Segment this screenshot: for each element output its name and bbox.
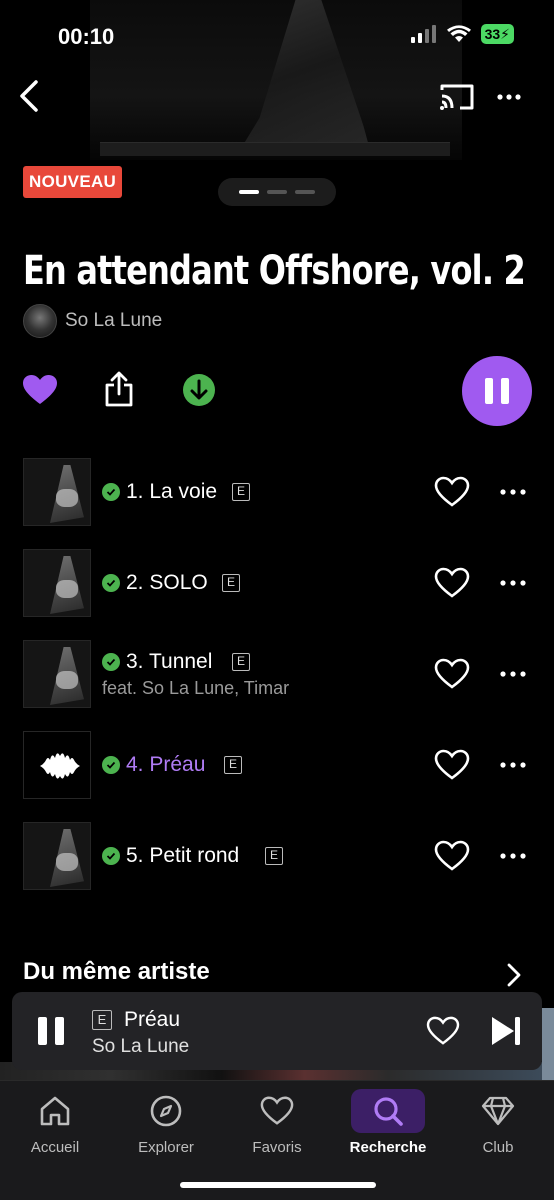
downloaded-check-icon (102, 483, 120, 501)
track-artwork (23, 458, 91, 526)
wifi-icon (446, 25, 471, 42)
downloaded-check-icon (102, 847, 120, 865)
track-title: 4. Préau (126, 753, 206, 776)
page-dot-3 (295, 190, 315, 194)
track-title: 1. La voie (126, 480, 218, 503)
album-actions (0, 356, 554, 426)
track-more-icon[interactable] (498, 755, 528, 775)
downloaded-icon[interactable] (182, 373, 216, 407)
cast-icon[interactable] (438, 82, 476, 112)
mini-track-title: Préau (124, 1008, 181, 1031)
tab-label: Accueil (30, 1139, 80, 1156)
track-more-icon[interactable] (498, 573, 528, 593)
more-options-icon[interactable] (494, 86, 524, 108)
back-chevron-icon[interactable] (14, 78, 44, 114)
like-heart-icon[interactable] (22, 374, 58, 406)
tab-label: Explorer (138, 1139, 194, 1156)
charging-bolt-icon: ⚡ (500, 26, 510, 42)
track-artwork (23, 822, 91, 890)
explicit-badge: E (232, 653, 250, 671)
artist-name: So La Lune (65, 310, 163, 331)
track-more-icon[interactable] (498, 664, 528, 684)
signal-icon (410, 25, 436, 43)
downloaded-check-icon (102, 574, 120, 592)
track-row[interactable]: 1. La voie E (0, 458, 554, 528)
album-cover-header (90, 0, 462, 160)
pause-icon (485, 378, 509, 404)
artist-avatar (23, 304, 57, 338)
mini-player[interactable]: E Préau So La Lune (12, 992, 542, 1070)
like-heart-outline-icon[interactable] (434, 840, 470, 872)
downloaded-check-icon (102, 756, 120, 774)
track-title: 5. Petit rond (126, 844, 240, 867)
like-heart-outline-icon[interactable] (434, 567, 470, 599)
tab-favoris[interactable]: Favoris (227, 1089, 327, 1159)
track-row[interactable]: 2. SOLO E (0, 549, 554, 619)
compass-icon (150, 1095, 182, 1127)
track-row[interactable]: 3. Tunnel E feat. So La Lune, Timar (0, 640, 554, 710)
track-featuring: feat. So La Lune, Timar (102, 678, 290, 698)
battery-level: 33 (484, 26, 501, 42)
cover-sail-shape (240, 0, 370, 150)
tab-recherche[interactable]: Recherche (338, 1089, 438, 1159)
tab-label: Recherche (349, 1139, 427, 1156)
chevron-right-icon[interactable] (504, 962, 524, 988)
like-heart-outline-icon[interactable] (434, 658, 470, 690)
mini-track-artist: So La Lune (92, 1036, 190, 1057)
explicit-badge: E (265, 847, 283, 865)
pause-button[interactable] (462, 356, 532, 426)
track-title: 2. SOLO (126, 571, 208, 594)
track-artwork (23, 549, 91, 617)
status-time: 00:10 (58, 24, 115, 49)
waveform-art (40, 753, 80, 779)
mini-pause-icon[interactable] (36, 1014, 66, 1048)
track-more-icon[interactable] (498, 482, 528, 502)
diamond-icon (481, 1096, 515, 1126)
like-heart-outline-icon[interactable] (426, 1016, 460, 1046)
tab-label: Club (482, 1139, 514, 1156)
home-indicator (180, 1182, 376, 1188)
search-icon (374, 1097, 403, 1126)
page-indicator[interactable] (218, 178, 336, 206)
heart-icon (260, 1096, 294, 1125)
track-artwork (23, 640, 91, 708)
related-album-edge (542, 1008, 554, 1084)
skip-next-icon[interactable] (490, 1014, 522, 1048)
track-artwork (23, 731, 91, 799)
page-dot-1 (239, 190, 259, 194)
tab-accueil[interactable]: Accueil (5, 1089, 105, 1159)
explicit-badge: E (232, 483, 250, 501)
track-title: 3. Tunnel (126, 650, 213, 673)
home-icon (40, 1096, 70, 1126)
tab-label: Favoris (252, 1139, 302, 1156)
explicit-badge: E (92, 1010, 112, 1030)
tab-explorer[interactable]: Explorer (116, 1089, 216, 1159)
new-badge: NOUVEAU (23, 166, 123, 198)
downloaded-check-icon (102, 653, 120, 671)
explicit-badge: E (222, 574, 240, 592)
track-more-icon[interactable] (498, 846, 528, 866)
explicit-badge: E (224, 756, 242, 774)
cover-bottom-bar (100, 142, 450, 156)
track-row[interactable]: 5. Petit rond E (0, 822, 554, 892)
status-icons: 33⚡ (410, 24, 514, 44)
section-title[interactable]: Du même artiste (23, 958, 210, 986)
album-title: En attendant Offshore, vol. 2 (23, 248, 526, 294)
tab-club[interactable]: Club (448, 1089, 548, 1159)
track-row-playing[interactable]: 4. Préau E (0, 731, 554, 801)
share-icon[interactable] (104, 370, 134, 408)
battery-indicator: 33⚡ (480, 24, 514, 44)
like-heart-outline-icon[interactable] (434, 749, 470, 781)
artist-link[interactable]: So La Lune (23, 304, 162, 338)
page-dot-2 (267, 190, 287, 194)
like-heart-outline-icon[interactable] (434, 476, 470, 508)
